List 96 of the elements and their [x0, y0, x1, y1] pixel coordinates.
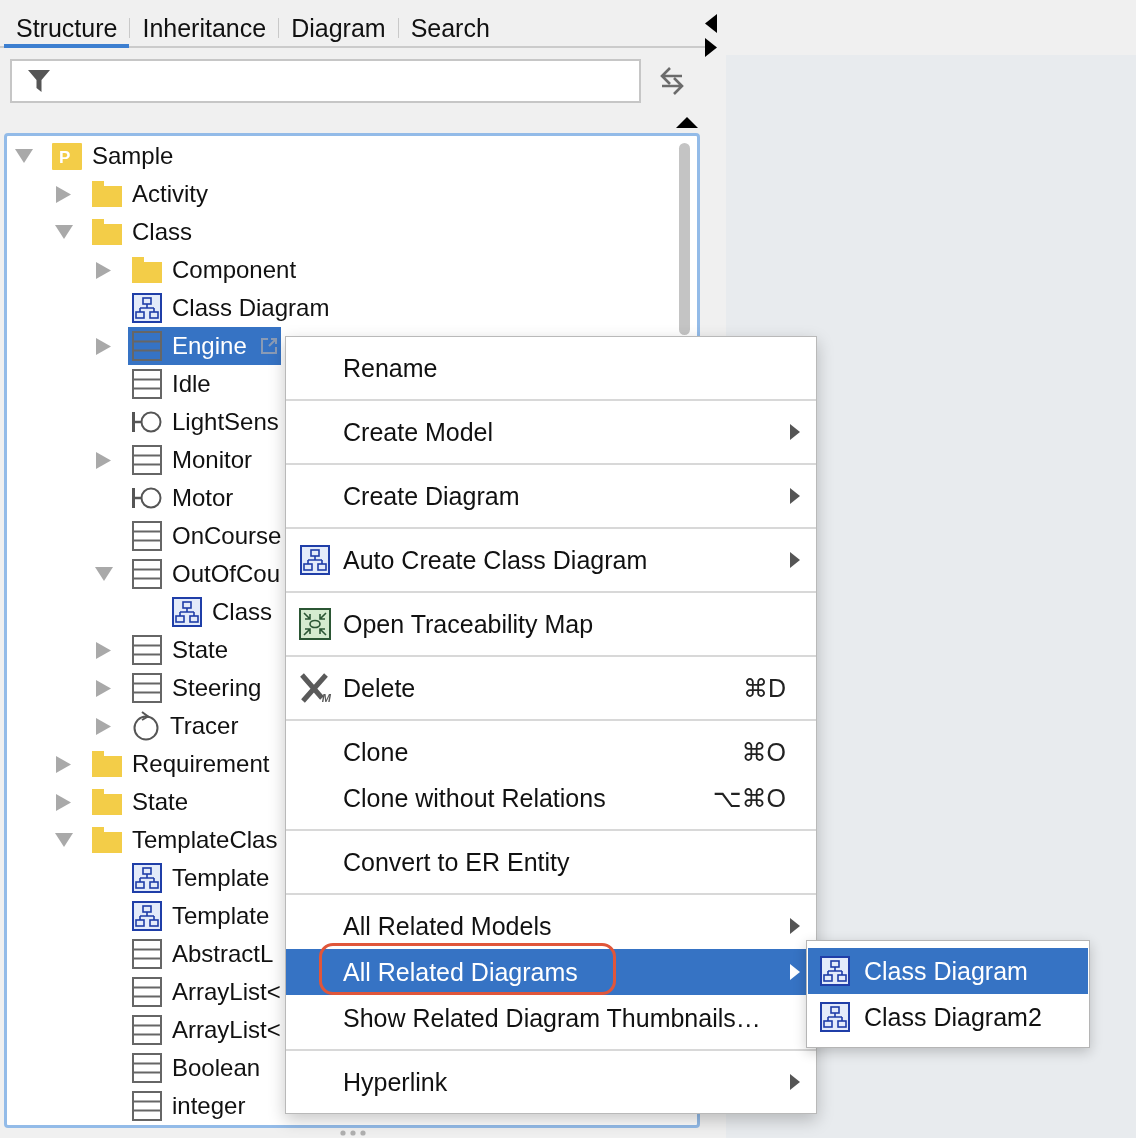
shortcut-text: ⌘D — [742, 673, 786, 703]
class-icon — [132, 369, 162, 399]
tree-item[interactable]: TemplateClas — [88, 821, 282, 859]
collapsed-arrow-icon[interactable] — [96, 337, 111, 355]
tree-item[interactable]: P Sample — [48, 137, 178, 175]
folder-icon — [92, 181, 122, 207]
class-icon — [132, 977, 162, 1007]
tree-item[interactable]: Component — [128, 251, 301, 289]
class-icon — [132, 1091, 162, 1121]
class-diagram-icon — [132, 901, 162, 931]
tree-item[interactable]: State — [128, 631, 233, 669]
tree-item[interactable]: integer — [128, 1087, 250, 1125]
class-icon — [132, 445, 162, 475]
menu-item[interactable]: Create Diagram — [286, 473, 816, 519]
folder-icon — [92, 827, 122, 853]
class-icon — [132, 939, 162, 969]
folder-icon — [132, 257, 162, 283]
swap-arrows-icon[interactable] — [660, 65, 684, 97]
class-icon — [132, 331, 162, 361]
class-diagram-icon — [172, 597, 202, 627]
tree-item[interactable]: Template — [128, 859, 274, 897]
collapsed-arrow-icon[interactable] — [56, 755, 71, 773]
menu-item[interactable]: Clone without Relations ⌥⌘O — [286, 775, 816, 821]
menu-item[interactable]: M Delete ⌘D — [286, 665, 816, 711]
tree-item[interactable]: Motor — [128, 479, 238, 517]
tree-item[interactable]: Requirement — [88, 745, 274, 783]
collapsed-arrow-icon[interactable] — [96, 717, 111, 735]
tree-item[interactable]: Class — [88, 213, 196, 251]
interface-icon — [132, 409, 162, 435]
folder-icon — [92, 789, 122, 815]
expanded-arrow-icon[interactable] — [14, 149, 33, 163]
filter-icon — [28, 70, 50, 92]
tree-item[interactable]: Class — [168, 593, 276, 631]
traceability-map-icon — [299, 608, 331, 640]
menu-item[interactable]: Open Traceability Map — [286, 601, 816, 647]
class-icon — [132, 1015, 162, 1045]
menu-item[interactable]: Class Diagram2 — [808, 994, 1088, 1040]
collapsed-arrow-icon[interactable] — [96, 451, 111, 469]
left-triangle-icon[interactable] — [705, 14, 717, 33]
menu-item[interactable]: Create Model — [286, 409, 816, 455]
tree-item[interactable]: Idle — [128, 365, 215, 403]
tree-item[interactable]: AbstractL — [128, 935, 278, 973]
class-icon — [132, 635, 162, 665]
class-diagram-icon — [132, 293, 162, 323]
collapsed-arrow-icon[interactable] — [96, 679, 111, 697]
collapsed-arrow-icon[interactable] — [96, 261, 111, 279]
class-icon — [132, 673, 162, 703]
project-icon: P — [52, 142, 82, 170]
menu-item[interactable]: Auto Create Class Diagram — [286, 537, 816, 583]
tab[interactable]: Diagram — [279, 0, 398, 48]
tree-item[interactable]: Boolean — [128, 1049, 265, 1087]
menu-item[interactable]: Rename — [286, 345, 816, 391]
expanded-arrow-icon[interactable] — [54, 225, 73, 239]
menu-item[interactable]: Convert to ER Entity — [286, 839, 816, 885]
class-icon — [132, 559, 162, 589]
tab[interactable]: Structure — [4, 0, 130, 48]
tree-item[interactable]: ArrayList< — [128, 973, 285, 1011]
tree-item[interactable]: OutOfCou — [128, 555, 285, 593]
circular-arrow-icon — [132, 711, 160, 741]
class-diagram-icon — [820, 956, 850, 986]
expanded-arrow-icon[interactable] — [94, 567, 113, 581]
collapsed-arrow-icon[interactable] — [56, 793, 71, 811]
tree-item[interactable]: ArrayList< — [128, 1011, 285, 1049]
filter-field[interactable] — [10, 59, 641, 103]
class-diagram-icon — [300, 545, 330, 575]
folder-icon — [92, 219, 122, 245]
tree-item[interactable]: State — [88, 783, 193, 821]
grip-dots-icon[interactable] — [340, 1130, 366, 1136]
shortcut-text: ⌥⌘O — [712, 783, 786, 813]
folder-icon — [92, 751, 122, 777]
tab[interactable]: Inheritance — [130, 0, 279, 48]
tree-item[interactable]: Steering — [128, 669, 266, 707]
tree-item[interactable]: Template — [128, 897, 274, 935]
class-icon — [132, 521, 162, 551]
interface-icon — [132, 485, 162, 511]
tree-item[interactable]: Activity — [88, 175, 212, 213]
scrollbar-thumb[interactable] — [679, 143, 690, 335]
up-triangle-icon[interactable] — [676, 117, 698, 128]
class-diagram-icon — [132, 863, 162, 893]
class-diagram-icon — [820, 1002, 850, 1032]
menu-item[interactable]: Clone ⌘O — [286, 729, 816, 775]
expanded-arrow-icon[interactable] — [54, 833, 73, 847]
collapsed-arrow-icon[interactable] — [56, 185, 71, 203]
tree-item[interactable]: Monitor — [128, 441, 257, 479]
tree-item[interactable]: LightSens — [128, 403, 283, 441]
right-triangle-icon[interactable] — [705, 38, 717, 57]
class-icon — [132, 1053, 162, 1083]
tab[interactable]: Search — [398, 0, 502, 48]
menu-item[interactable]: Hyperlink — [286, 1059, 816, 1105]
menu-item[interactable]: Class Diagram — [808, 948, 1088, 994]
tree-item[interactable]: Class Diagram — [128, 289, 334, 327]
tree-item[interactable]: Tracer — [128, 707, 243, 745]
shortcut-text: ⌘O — [741, 737, 786, 767]
collapsed-arrow-icon[interactable] — [96, 641, 111, 659]
tree-item[interactable]: Engine — [128, 327, 281, 365]
tree-item[interactable]: OnCourse — [128, 517, 286, 555]
